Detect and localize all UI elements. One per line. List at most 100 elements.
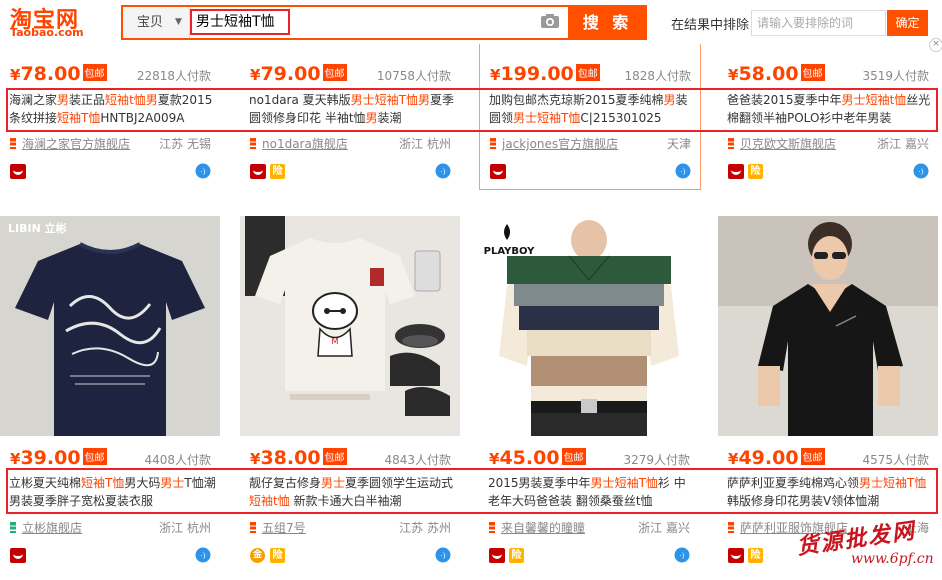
service-icons: ·) xyxy=(10,547,215,565)
search-input[interactable]: 男士短袖T恤 xyxy=(190,9,290,35)
free-shipping-badge: 包邮 xyxy=(322,64,347,81)
free-shipping-badge: 包邮 xyxy=(322,448,347,465)
shop-name[interactable]: 来自馨馨的瞳瞳 xyxy=(501,521,585,535)
tmall-icon[interactable] xyxy=(10,164,26,179)
shop-name[interactable]: jackjones官方旗舰店 xyxy=(502,137,618,151)
tmall-icon[interactable] xyxy=(490,164,506,179)
service-icons: 险 ·) xyxy=(728,163,933,181)
currency-symbol: ¥ xyxy=(728,66,739,84)
shop-name[interactable]: 海澜之家官方旗舰店 xyxy=(22,137,130,151)
price: 58.00 xyxy=(738,63,799,85)
camera-icon[interactable] xyxy=(540,13,560,29)
tmall-icon[interactable] xyxy=(250,164,266,179)
svg-text:M: M xyxy=(332,337,339,346)
chevron-down-icon: ▼ xyxy=(175,17,182,27)
currency-symbol: ¥ xyxy=(489,450,500,468)
shop-row: jackjones官方旗舰店 天津 xyxy=(490,135,695,151)
product-image[interactable]: LIBIN 立彬 xyxy=(0,216,220,436)
wangwang-chat-icon[interactable]: ·) xyxy=(674,547,690,563)
confirm-button[interactable]: 确定 xyxy=(887,10,928,36)
location: 江苏 苏州 xyxy=(399,521,451,535)
wangwang-chat-icon[interactable]: ·) xyxy=(913,163,929,179)
tmall-icon[interactable] xyxy=(728,548,744,563)
location: 浙江 嘉兴 xyxy=(877,137,929,151)
exclude-label: 在结果中排除 xyxy=(671,18,750,33)
location: 浙江 嘉兴 xyxy=(638,521,690,535)
insurance-icon[interactable]: 险 xyxy=(270,164,285,179)
price-row: ¥199.00 包邮 1828人付款 xyxy=(490,63,695,87)
insurance-icon[interactable]: 险 xyxy=(270,548,285,563)
currency-symbol: ¥ xyxy=(728,450,739,468)
free-shipping-badge: 包邮 xyxy=(575,64,600,81)
shop-name[interactable]: 贝克欧文斯旗舰店 xyxy=(740,137,836,151)
insurance-icon[interactable]: 险 xyxy=(509,548,524,563)
gold-seller-icon[interactable]: 金 xyxy=(250,548,265,563)
shop-row: 立彬旗舰店 浙江 杭州 xyxy=(10,519,215,535)
price-row: ¥58.00 包邮 3519人付款 xyxy=(728,63,933,87)
wangwang-chat-icon[interactable]: ·) xyxy=(435,547,451,563)
product-image[interactable]: PLAYBOY xyxy=(479,216,699,436)
taobao-logo-en[interactable]: Taobao.com xyxy=(10,26,84,39)
location: 浙江 杭州 xyxy=(399,137,451,151)
svg-text:·): ·) xyxy=(201,168,206,176)
service-icons: ·) xyxy=(10,163,215,181)
shop-name[interactable]: no1dara旗舰店 xyxy=(262,137,348,151)
shop-name[interactable]: 立彬旗舰店 xyxy=(22,521,82,535)
top-search-bar: 淘宝网 Taobao.com 宝贝 ▼ 男士短袖T恤 搜 索 在结果中排除 请输… xyxy=(0,0,942,44)
free-shipping-badge: 包邮 xyxy=(800,448,825,465)
service-icons: 金 险 ·) xyxy=(250,547,455,565)
wangwang-chat-icon[interactable]: ·) xyxy=(435,163,451,179)
sales-count: 22818人付款 xyxy=(136,69,211,83)
svg-text:·): ·) xyxy=(201,552,206,560)
sales-count: 4408人付款 xyxy=(144,453,211,467)
search-button[interactable]: 搜 索 xyxy=(568,5,647,40)
sales-count: 3519人付款 xyxy=(862,69,929,83)
svg-text:LIBIN 立彬: LIBIN 立彬 xyxy=(8,221,67,235)
close-icon[interactable]: × xyxy=(929,38,942,52)
sales-count: 3279人付款 xyxy=(623,453,690,467)
product-card[interactable]: ¥58.00 包邮 3519人付款 爸爸装2015夏季中年男士短袖t恤丝光棉翻领半… xyxy=(718,60,940,210)
shop-icon xyxy=(728,522,734,533)
price: 38.00 xyxy=(260,447,321,469)
sales-count: 10758人付款 xyxy=(376,69,451,83)
search-results-page: 淘宝网 Taobao.com 宝贝 ▼ 男士短袖T恤 搜 索 在结果中排除 请输… xyxy=(0,0,942,580)
wangwang-chat-icon[interactable]: ·) xyxy=(675,163,691,179)
price: 45.00 xyxy=(499,447,560,469)
shop-row: 来自馨馨的瞳瞳 浙江 嘉兴 xyxy=(489,519,694,535)
price: 39.00 xyxy=(20,447,81,469)
location: 天津 xyxy=(666,137,691,151)
svg-text:·): ·) xyxy=(919,168,924,176)
sales-count: 1828人付款 xyxy=(624,69,691,83)
product-image[interactable]: M xyxy=(240,216,460,436)
price: 199.00 xyxy=(500,63,574,85)
insurance-icon[interactable]: 险 xyxy=(748,164,763,179)
free-shipping-badge: 包邮 xyxy=(82,448,107,465)
shop-icon xyxy=(250,522,256,533)
free-shipping-badge: 包邮 xyxy=(561,448,586,465)
tmall-icon[interactable] xyxy=(489,548,505,563)
shop-row: 海澜之家官方旗舰店 江苏 无锡 xyxy=(10,135,215,151)
shop-name[interactable]: 五组7号 xyxy=(262,521,306,535)
location: 浙江 杭州 xyxy=(159,521,211,535)
product-card[interactable]: ¥79.00 包邮 10758人付款 no1dara 夏天韩版男士短袖T恤男夏季圆… xyxy=(240,60,462,210)
tmall-icon[interactable] xyxy=(728,164,744,179)
shop-icon xyxy=(250,138,256,149)
sales-count: 4843人付款 xyxy=(384,453,451,467)
currency-symbol: ¥ xyxy=(10,450,21,468)
watermark-url: www.6pf.cn xyxy=(851,551,934,567)
currency-symbol: ¥ xyxy=(490,66,501,84)
product-card[interactable]: ¥78.00 包邮 22818人付款 海澜之家男装正品短袖t恤男夏款2015条纹拼… xyxy=(0,60,222,210)
wangwang-chat-icon[interactable]: ·) xyxy=(195,547,211,563)
svg-text:PLAYBOY: PLAYBOY xyxy=(484,246,535,257)
title-highlight-row2 xyxy=(6,468,938,514)
price: 49.00 xyxy=(738,447,799,469)
currency-symbol: ¥ xyxy=(10,66,21,84)
svg-text:·): ·) xyxy=(441,552,446,560)
shop-row: no1dara旗舰店 浙江 杭州 xyxy=(250,135,455,151)
insurance-icon[interactable]: 险 xyxy=(748,548,763,563)
service-icons: ·) xyxy=(490,163,695,181)
tmall-icon[interactable] xyxy=(10,548,26,563)
product-image[interactable] xyxy=(718,216,938,436)
wangwang-chat-icon[interactable]: ·) xyxy=(195,163,211,179)
exclude-input[interactable]: 请输入要排除的词 xyxy=(751,10,886,36)
